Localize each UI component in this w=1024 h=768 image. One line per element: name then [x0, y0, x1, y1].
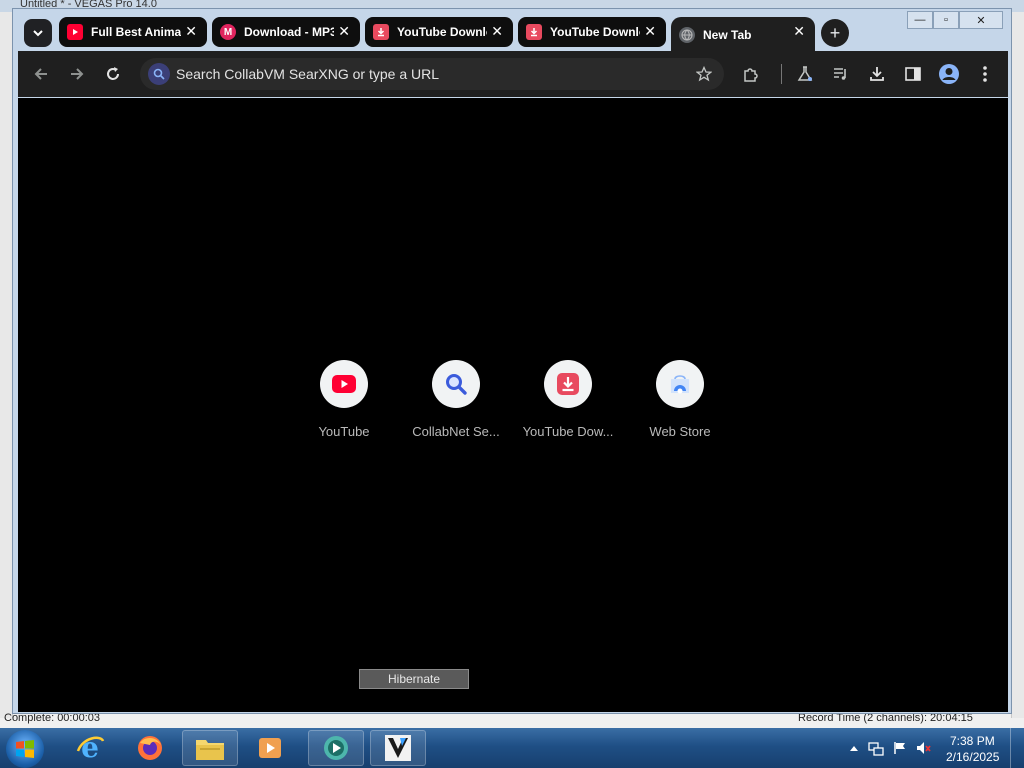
shortcut-youtube-downloader[interactable]: YouTube Dow...	[512, 360, 624, 439]
background-app-right-edge	[1011, 12, 1024, 718]
shortcut-label: CollabNet Se...	[412, 424, 500, 439]
taskbar: e 7:38 PM 2/16/2025	[0, 728, 1024, 768]
tab-title: Full Best Animation	[91, 25, 181, 39]
close-icon[interactable]: ✕	[338, 24, 350, 38]
tab-youtube-downloader-2[interactable]: YouTube Downloader ✕	[518, 17, 666, 47]
close-icon[interactable]: ✕	[644, 24, 656, 38]
menu-button[interactable]	[974, 63, 996, 85]
puzzle-icon	[744, 68, 758, 82]
download-icon	[870, 67, 884, 81]
forward-button[interactable]	[66, 63, 88, 85]
side-panel-icon	[905, 67, 921, 81]
shortcut-tile	[320, 360, 368, 408]
shortcut-label: Web Store	[649, 424, 711, 439]
labs-button[interactable]	[794, 63, 816, 85]
arrow-right-icon	[71, 68, 84, 80]
vegas-pro-icon[interactable]	[370, 730, 426, 766]
tab-full-best-animation[interactable]: Full Best Animation ✕	[59, 17, 207, 47]
action-center-flag-icon[interactable]	[892, 740, 908, 756]
tab-title: New Tab	[703, 28, 752, 42]
tab-youtube-downloader-1[interactable]: YouTube Downloader ✕	[365, 17, 513, 47]
download-icon	[557, 373, 579, 395]
show-desktop-button[interactable]	[1010, 728, 1024, 768]
maximize-button[interactable]: ▫	[933, 11, 959, 29]
arrow-left-icon	[34, 68, 47, 80]
download-icon	[526, 24, 542, 40]
bookmark-star-icon[interactable]	[694, 64, 714, 84]
file-explorer-icon[interactable]	[182, 730, 238, 766]
browser-window: Full Best Animation ✕ M Download - MP3 ✕…	[12, 8, 1012, 714]
flask-icon	[797, 66, 813, 81]
youtube-icon	[67, 24, 83, 40]
shortcut-tile	[544, 360, 592, 408]
search-icon	[446, 374, 467, 395]
tab-new-tab[interactable]: New Tab ✕	[671, 17, 815, 53]
internet-explorer-icon[interactable]: e	[62, 730, 118, 766]
new-tab-page: YouTube CollabNet Se... YouTube Dow... W…	[18, 98, 1008, 712]
avatar-icon	[939, 64, 959, 84]
tab-search-button[interactable]	[24, 19, 52, 47]
shortcut-label: YouTube	[318, 424, 370, 439]
shortcut-collabnet-search[interactable]: CollabNet Se...	[400, 360, 512, 439]
extensions-button[interactable]	[740, 63, 762, 85]
browser-toolbar: Search CollabVM SearXNG or type a URL	[18, 51, 1008, 97]
clock-time[interactable]: 7:38 PM	[950, 734, 995, 748]
show-hidden-icons-icon[interactable]	[846, 740, 862, 756]
download-icon	[373, 24, 389, 40]
window-close-button[interactable]: ✕	[959, 11, 1003, 29]
start-button[interactable]	[6, 730, 44, 768]
new-tab-button[interactable]: +	[821, 19, 849, 47]
network-icon[interactable]	[868, 740, 884, 756]
tab-title: YouTube Downloader	[550, 25, 640, 39]
close-icon[interactable]: ✕	[793, 24, 805, 38]
shortcut-tile	[656, 360, 704, 408]
windows-logo-icon	[16, 740, 34, 758]
hibernate-button[interactable]: Hibernate	[359, 669, 469, 689]
media-player-icon[interactable]	[242, 730, 298, 766]
volume-muted-icon[interactable]	[916, 740, 932, 756]
address-bar[interactable]: Search CollabVM SearXNG or type a URL	[140, 58, 724, 90]
shortcut-web-store[interactable]: Web Store	[624, 360, 736, 439]
m-icon: M	[220, 24, 236, 40]
downloads-button[interactable]	[866, 63, 888, 85]
toolbar-divider	[781, 64, 782, 84]
minimize-button[interactable]: —	[907, 11, 933, 29]
tab-strip: Full Best Animation ✕ M Download - MP3 ✕…	[13, 9, 1011, 53]
address-placeholder: Search CollabVM SearXNG or type a URL	[176, 66, 439, 82]
shortcut-youtube[interactable]: YouTube	[288, 360, 400, 439]
download-manager-icon[interactable]	[308, 730, 364, 766]
search-engine-icon	[148, 63, 170, 85]
youtube-icon	[332, 375, 356, 393]
close-icon[interactable]: ✕	[185, 24, 197, 38]
more-vertical-icon	[983, 66, 987, 82]
shortcut-tile	[432, 360, 480, 408]
playlist-icon	[834, 68, 846, 80]
back-button[interactable]	[30, 63, 52, 85]
web-store-icon	[671, 375, 689, 394]
globe-icon	[679, 27, 695, 43]
clock-date[interactable]: 2/16/2025	[946, 750, 999, 764]
firefox-icon[interactable]	[122, 730, 178, 766]
close-icon[interactable]: ✕	[491, 24, 503, 38]
chevron-down-icon	[33, 30, 43, 37]
media-controls-button[interactable]	[830, 63, 852, 85]
tab-title: Download - MP3	[244, 25, 334, 39]
side-panel-button[interactable]	[902, 63, 924, 85]
reload-button[interactable]	[102, 63, 124, 85]
profile-button[interactable]	[938, 63, 960, 85]
tab-title: YouTube Downloader	[397, 25, 487, 39]
shortcut-label: YouTube Dow...	[522, 424, 614, 439]
reload-icon	[107, 67, 119, 80]
tab-download-mp3[interactable]: M Download - MP3 ✕	[212, 17, 360, 47]
